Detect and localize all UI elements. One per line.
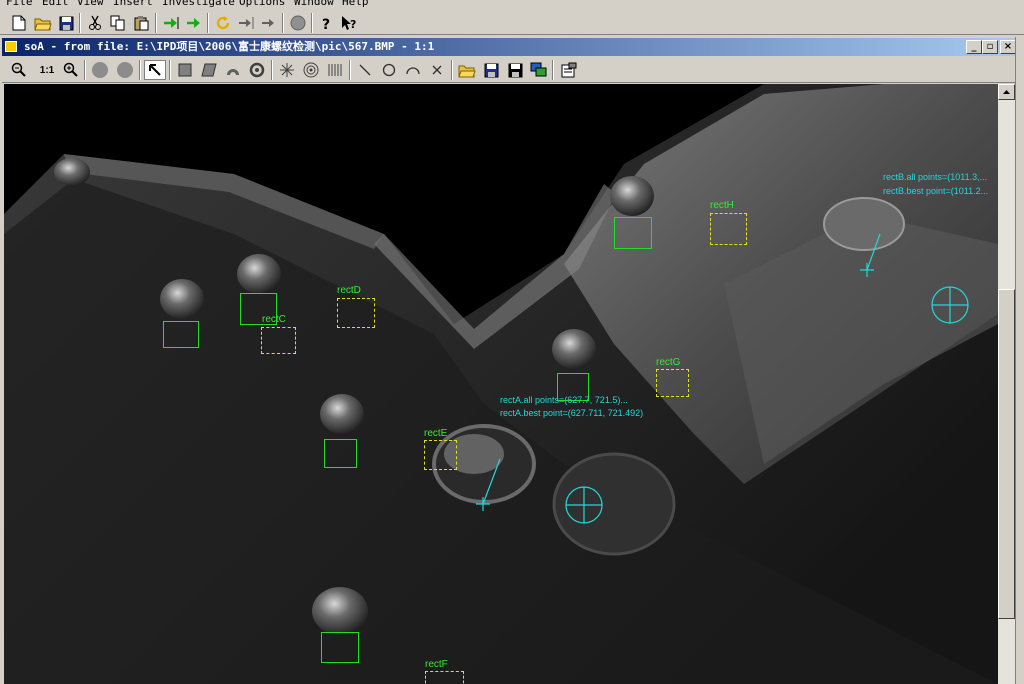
save-image-icon[interactable] xyxy=(480,60,502,80)
scroll-thumb[interactable] xyxy=(998,289,1015,619)
detect-box[interactable] xyxy=(163,321,199,348)
open-folder-icon[interactable] xyxy=(32,13,54,33)
menu-file[interactable]: File xyxy=(6,0,33,8)
window-title-bar[interactable]: soA - from file: E:\IPD项目\2006\富士康螺纹检测\p… xyxy=(2,38,1018,56)
region-label-rectF: rectF xyxy=(425,659,448,670)
region-rectD[interactable] xyxy=(337,298,375,328)
window-icon[interactable] xyxy=(5,41,17,52)
region-label-rectE: rectE xyxy=(424,428,448,439)
step-into-icon[interactable] xyxy=(160,13,182,33)
context-help-icon[interactable]: ? xyxy=(338,13,360,33)
concentric-circles-icon[interactable] xyxy=(300,60,322,80)
line-scan-icon[interactable] xyxy=(324,60,346,80)
menu-edit[interactable]: Edit xyxy=(42,0,69,8)
rectA-all-points-label: rectA.all points=(627.7, 721.5)... xyxy=(500,395,628,405)
copy-icon[interactable] xyxy=(107,13,129,33)
region-rectG[interactable] xyxy=(656,369,689,397)
menu-view[interactable]: View xyxy=(77,0,104,8)
vertical-scrollbar[interactable] xyxy=(998,84,1015,684)
line-tool-icon[interactable] xyxy=(354,60,376,80)
rectA-best-point-label: rectA.best point=(627.711, 721.492) xyxy=(500,408,644,418)
menu-bar: File Edit View Insert Investigate Option… xyxy=(0,0,1024,10)
menu-insert[interactable]: Insert xyxy=(113,0,153,8)
circle-tool-icon[interactable] xyxy=(378,60,400,80)
image-viewport[interactable]: rectC rectD rectE rectF rectG rectH rect… xyxy=(4,84,998,684)
window-title: soA - from file: E:\IPD项目\2006\富士康螺纹检测\p… xyxy=(24,40,435,53)
restore-button[interactable]: ▫ xyxy=(982,40,998,54)
arc-tool-icon[interactable] xyxy=(222,60,244,80)
select-arrow-icon[interactable] xyxy=(144,60,166,80)
rectB-best-point-label: rectB.best point=(1011.2... xyxy=(883,186,989,196)
help-icon[interactable]: ? xyxy=(315,13,337,33)
minimize-button[interactable]: _ xyxy=(966,40,982,54)
detect-box[interactable] xyxy=(321,632,359,663)
record-icon[interactable] xyxy=(89,60,111,80)
reload-icon[interactable] xyxy=(212,13,234,33)
stop-icon[interactable] xyxy=(287,13,309,33)
paste-icon[interactable] xyxy=(131,13,153,33)
zoom-in-icon[interactable] xyxy=(60,60,82,80)
ring-tool-icon[interactable] xyxy=(246,60,268,80)
close-button[interactable]: × xyxy=(1000,40,1016,54)
region-label-rectC: rectC xyxy=(262,314,286,325)
inspection-image xyxy=(4,84,998,684)
menu-window[interactable]: Window xyxy=(294,0,334,8)
parallelogram-tool-icon[interactable] xyxy=(198,60,220,80)
region-label-rectD: rectD xyxy=(337,285,361,296)
export-icon[interactable] xyxy=(528,60,550,80)
cut-icon[interactable] xyxy=(84,13,106,33)
region-rectE[interactable] xyxy=(424,440,457,470)
region-rectH[interactable] xyxy=(710,213,747,245)
arc-line-tool-icon[interactable] xyxy=(402,60,424,80)
detect-box[interactable] xyxy=(324,439,357,468)
step-icon[interactable] xyxy=(258,13,280,33)
menu-options[interactable]: Options xyxy=(239,0,285,8)
new-file-icon[interactable] xyxy=(8,13,30,33)
menu-investigate[interactable]: Investigate xyxy=(162,0,235,8)
run-arrow-icon[interactable] xyxy=(183,13,205,33)
delete-tool-icon[interactable] xyxy=(426,60,448,80)
image-window: soA - from file: E:\IPD项目\2006\富士康螺纹检测\p… xyxy=(0,37,1024,684)
main-toolbar: ? ? xyxy=(0,10,1024,35)
star-burst-icon[interactable] xyxy=(276,60,298,80)
window-frame-edge xyxy=(1015,37,1024,684)
region-label-rectG: rectG xyxy=(656,357,681,368)
rectangle-tool-icon[interactable] xyxy=(174,60,196,80)
menu-help[interactable]: Help xyxy=(342,0,369,8)
open-image-icon[interactable] xyxy=(456,60,478,80)
detect-box[interactable] xyxy=(614,217,652,249)
step-over-icon[interactable] xyxy=(235,13,257,33)
svg-text:?: ? xyxy=(322,17,330,31)
scroll-up-button[interactable] xyxy=(998,84,1015,100)
zoom-out-icon[interactable] xyxy=(8,60,30,80)
region-label-rectH: rectH xyxy=(710,200,734,211)
rectB-all-points-label: rectB.all points=(1011.3,... xyxy=(883,172,988,182)
view-toolbar: 1:1 xyxy=(2,57,1018,83)
pause-icon[interactable] xyxy=(114,60,136,80)
zoom-1to1-button[interactable]: 1:1 xyxy=(36,60,58,80)
region-rectC[interactable] xyxy=(261,327,296,354)
save-as-icon[interactable] xyxy=(504,60,526,80)
svg-text:?: ? xyxy=(350,18,356,31)
save-icon[interactable] xyxy=(55,13,77,33)
properties-icon[interactable] xyxy=(558,60,580,80)
region-rectF[interactable] xyxy=(425,671,464,684)
